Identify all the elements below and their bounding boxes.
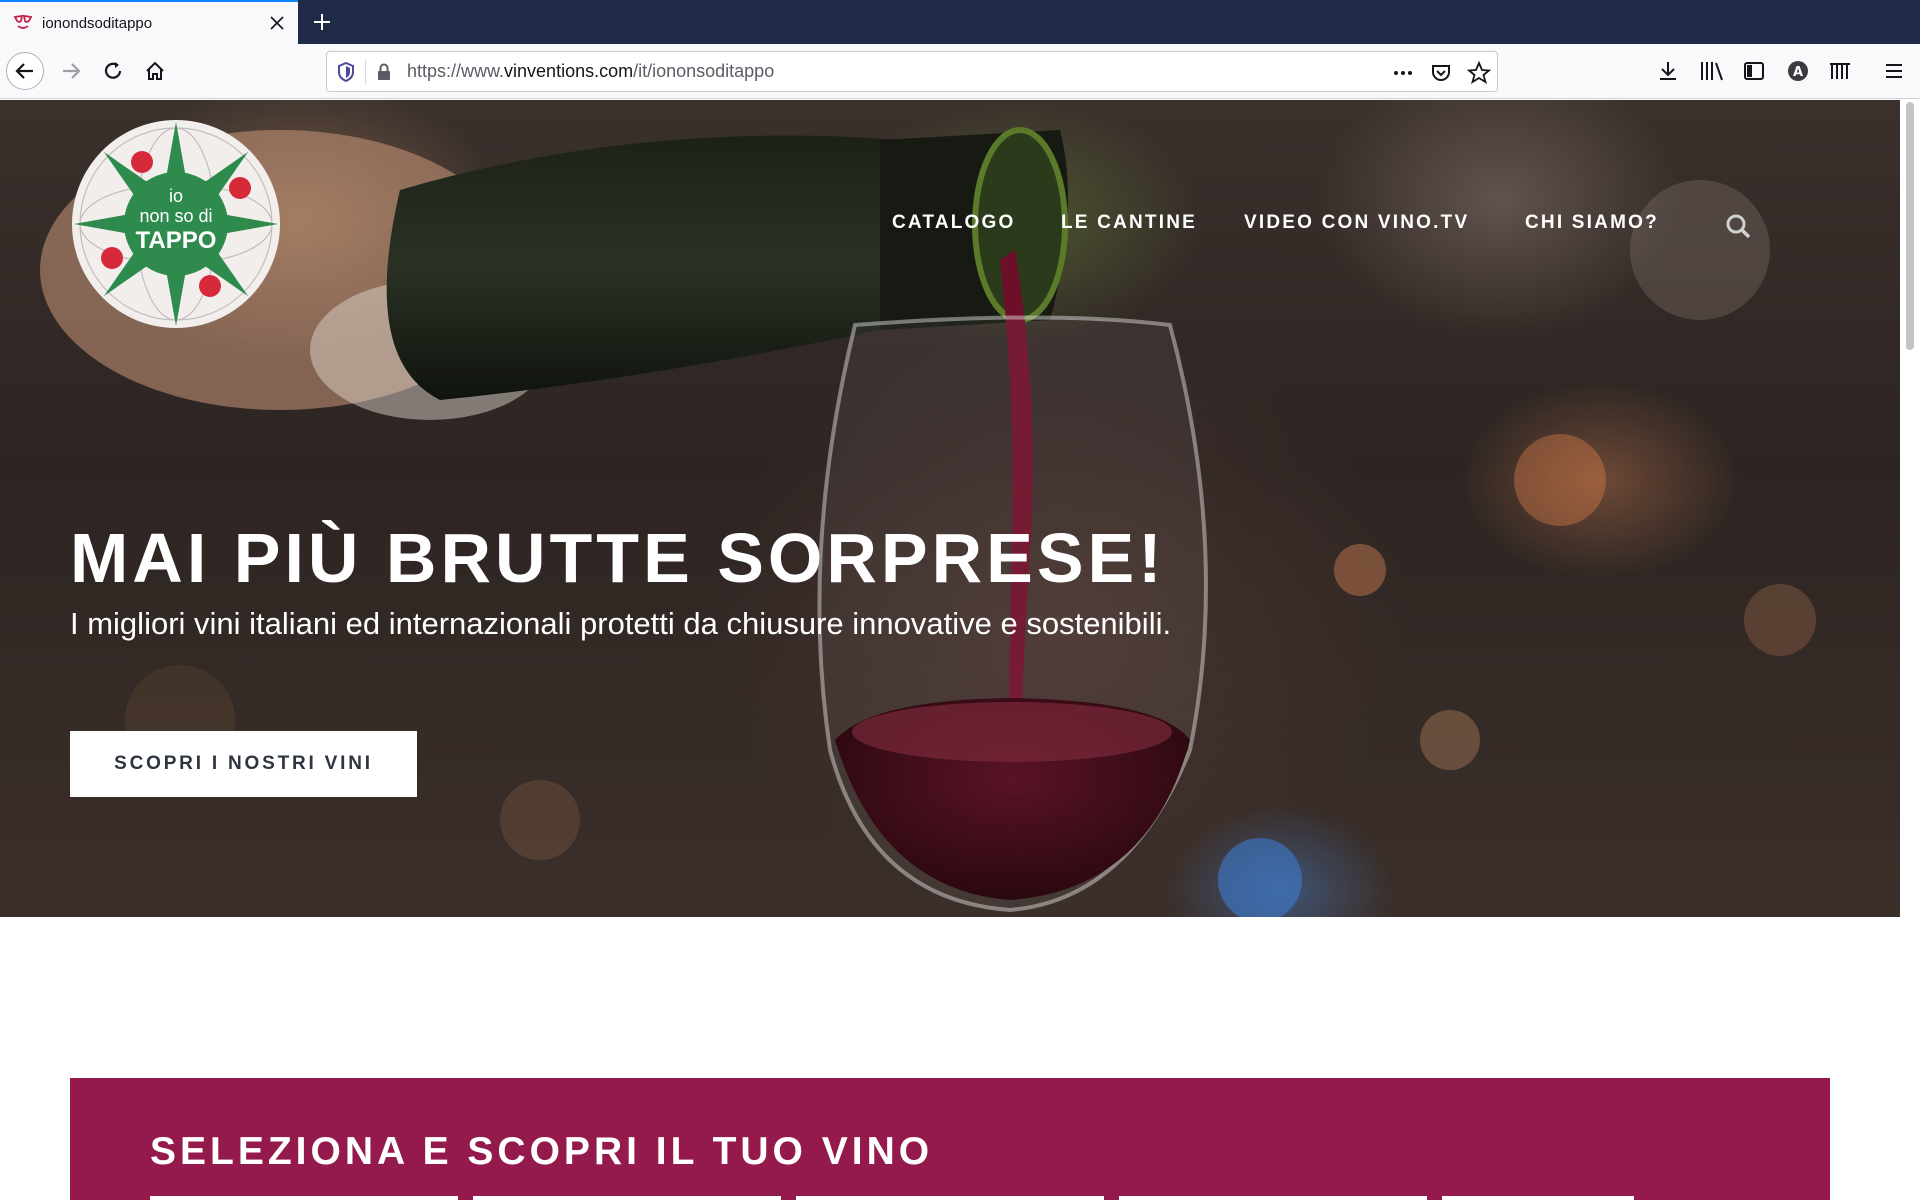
- filter-field[interactable]: [473, 1196, 781, 1200]
- filter-field[interactable]: [1119, 1196, 1427, 1200]
- close-icon[interactable]: [262, 8, 292, 38]
- url-prefix: https://www.: [407, 61, 505, 81]
- url-host: vinventions.com: [504, 61, 634, 81]
- filter-field[interactable]: [1442, 1196, 1634, 1200]
- filter-field[interactable]: [150, 1196, 458, 1200]
- lock-icon[interactable]: [373, 61, 395, 83]
- browser-tab-strip: ionondsoditappo: [0, 0, 1920, 44]
- arrow-left-icon[interactable]: [6, 52, 44, 90]
- arrow-right-icon[interactable]: [52, 52, 90, 90]
- wine-glasses-icon: [12, 12, 34, 34]
- scrollbar-thumb[interactable]: [1906, 102, 1914, 350]
- logo-line-3: TAPPO: [136, 227, 217, 254]
- site-logo[interactable]: io non so di TAPPO: [70, 118, 282, 330]
- more-icon[interactable]: [1391, 61, 1415, 85]
- discover-wines-button[interactable]: SCOPRI I NOSTRI VINI: [70, 731, 417, 797]
- browser-tab-active[interactable]: ionondsoditappo: [0, 0, 298, 44]
- wine-selector-panel: SELEZIONA E SCOPRI IL TUO VINO: [70, 1078, 1830, 1200]
- search-icon[interactable]: [1724, 212, 1752, 240]
- home-icon[interactable]: [136, 52, 174, 90]
- pocket-icon[interactable]: [1429, 61, 1453, 85]
- logo-line-1: io: [169, 186, 183, 206]
- browser-nav-bar: https://www.vinventions.com/it/iononsodi…: [0, 44, 1920, 99]
- url-path: /it/iononsoditappo: [633, 61, 775, 81]
- extension-icon[interactable]: [1826, 57, 1854, 85]
- urlbar-divider: [365, 60, 366, 84]
- account-icon[interactable]: A: [1784, 57, 1812, 85]
- page-scrollbar[interactable]: [1900, 100, 1920, 1200]
- svg-text:A: A: [1793, 65, 1803, 80]
- url-bar[interactable]: https://www.vinventions.com/it/iononsodi…: [326, 51, 1498, 92]
- url-text[interactable]: https://www.vinventions.com/it/iononsodi…: [407, 61, 774, 82]
- hero-title: MAI PIÙ BRUTTE SORPRESE!: [70, 519, 1166, 597]
- library-icon[interactable]: [1698, 57, 1726, 85]
- filter-field[interactable]: [796, 1196, 1104, 1200]
- tab-title: ionondsoditappo: [42, 14, 153, 32]
- page-viewport: io non so di TAPPO CATALOGO LE CANTINE V…: [0, 100, 1920, 1200]
- shield-icon[interactable]: [335, 61, 357, 83]
- reload-icon[interactable]: [94, 52, 132, 90]
- nav-item-catalogo[interactable]: CATALOGO: [892, 212, 1016, 234]
- logo-line-2: non so di: [139, 206, 212, 226]
- menu-icon[interactable]: [1880, 57, 1908, 85]
- plus-icon[interactable]: [306, 6, 338, 38]
- nav-item-chi-siamo[interactable]: CHI SIAMO?: [1525, 212, 1659, 234]
- sidebar-icon[interactable]: [1740, 57, 1768, 85]
- nav-item-video[interactable]: VIDEO CON VINO.TV: [1244, 212, 1469, 234]
- star-icon[interactable]: [1467, 61, 1491, 85]
- hero-subtitle: I migliori vini italiani ed internaziona…: [70, 606, 1172, 641]
- nav-item-le-cantine[interactable]: LE CANTINE: [1061, 212, 1197, 234]
- download-icon[interactable]: [1654, 57, 1682, 85]
- hero-section: io non so di TAPPO CATALOGO LE CANTINE V…: [0, 100, 1900, 917]
- selector-title: SELEZIONA E SCOPRI IL TUO VINO: [150, 1130, 934, 1173]
